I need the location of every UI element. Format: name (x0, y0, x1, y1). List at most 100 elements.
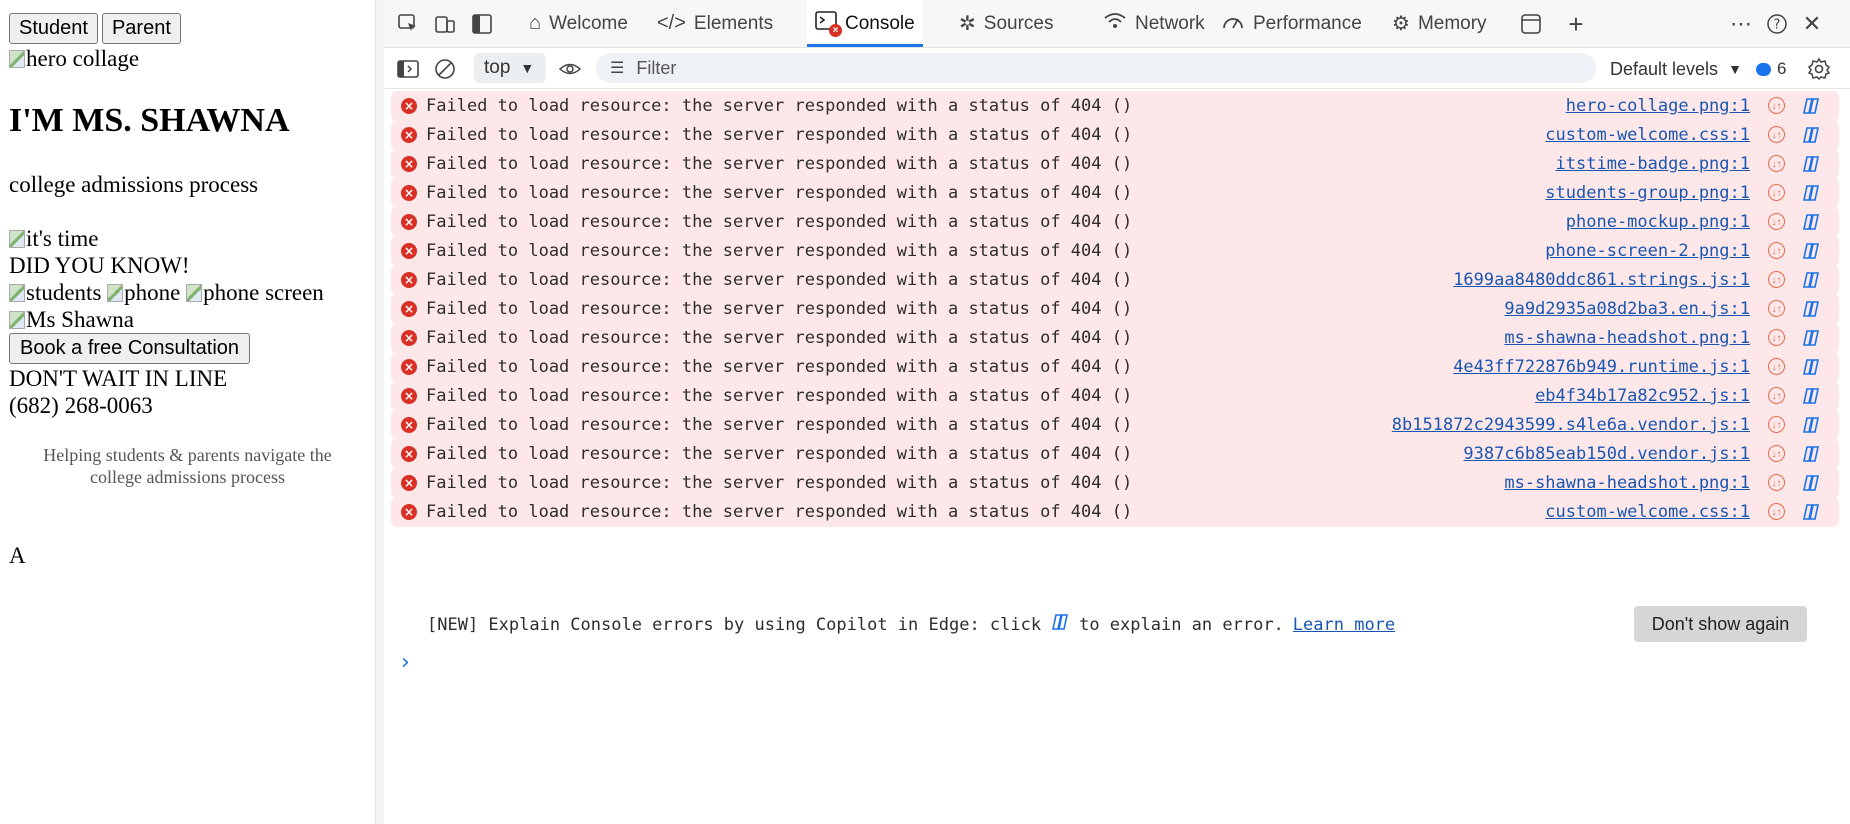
error-icon: × (401, 272, 417, 288)
learn-more-link[interactable]: Learn more (1293, 615, 1395, 635)
search-web-icon[interactable]: ↓↑ (1768, 329, 1785, 346)
console-prompt[interactable]: › (401, 650, 410, 675)
issues-counter[interactable]: 6 (1756, 55, 1786, 83)
search-web-icon[interactable]: ↓↑ (1768, 300, 1785, 317)
context-selector[interactable]: top ▼ (474, 53, 546, 83)
error-icon: × (401, 243, 417, 259)
error-icon: × (401, 127, 417, 143)
dont-show-again-button[interactable]: Don't show again (1634, 606, 1807, 642)
explain-copilot-icon[interactable] (1801, 125, 1821, 145)
explain-copilot-icon[interactable] (1801, 183, 1821, 203)
source-link[interactable]: 8b151872c2943599.s4le6a.vendor.js:1 (1392, 415, 1750, 435)
tab-console[interactable]: × Console (807, 0, 923, 47)
dock-side-icon[interactable] (468, 10, 496, 38)
search-web-icon[interactable]: ↓↑ (1768, 213, 1785, 230)
search-web-icon[interactable]: ↓↑ (1768, 387, 1785, 404)
log-levels-dropdown[interactable]: Default levels ▼ (1610, 55, 1742, 83)
explain-copilot-icon[interactable] (1801, 415, 1821, 435)
explain-copilot-icon[interactable] (1801, 241, 1821, 261)
source-link[interactable]: 9387c6b85eab150d.vendor.js:1 (1463, 444, 1750, 464)
console-error-row[interactable]: × Failed to load resource: the server res… (391, 120, 1839, 150)
error-message: Failed to load resource: the server resp… (426, 328, 1133, 348)
console-error-row[interactable]: × Failed to load resource: the server res… (391, 381, 1839, 411)
live-expression-icon[interactable] (556, 55, 584, 83)
tab-memory[interactable]: ⚙ Memory (1384, 0, 1495, 47)
explain-copilot-icon[interactable] (1801, 386, 1821, 406)
source-link[interactable]: phone-screen-2.png:1 (1545, 241, 1750, 261)
parent-button[interactable]: Parent (101, 13, 181, 44)
device-emulation-icon[interactable] (431, 10, 459, 38)
console-error-row[interactable]: × Failed to load resource: the server res… (391, 410, 1839, 440)
console-error-row[interactable]: × Failed to load resource: the server res… (391, 497, 1839, 527)
hero-image-alt: hero collage (26, 46, 140, 71)
search-web-icon[interactable]: ↓↑ (1768, 242, 1785, 259)
search-web-icon[interactable]: ↓↑ (1768, 474, 1785, 491)
explain-copilot-icon[interactable] (1801, 270, 1821, 290)
explain-copilot-icon[interactable] (1801, 473, 1821, 493)
source-link[interactable]: phone-mockup.png:1 (1566, 212, 1750, 232)
console-error-row[interactable]: × Failed to load resource: the server res… (391, 178, 1839, 208)
source-link[interactable]: 9a9d2935a08d2ba3.en.js:1 (1504, 299, 1750, 319)
search-web-icon[interactable]: ↓↑ (1768, 271, 1785, 288)
explain-copilot-icon[interactable] (1801, 154, 1821, 174)
search-web-icon[interactable]: ↓↑ (1768, 503, 1785, 520)
source-link[interactable]: custom-welcome.css:1 (1545, 502, 1750, 522)
more-tools-icon[interactable] (1517, 10, 1545, 38)
source-link[interactable]: itstime-badge.png:1 (1556, 154, 1750, 174)
help-icon[interactable]: ? (1763, 10, 1791, 38)
add-tab-icon[interactable]: + (1562, 9, 1590, 39)
source-link[interactable]: hero-collage.png:1 (1566, 96, 1750, 116)
inspect-element-icon[interactable] (394, 10, 422, 38)
search-web-icon[interactable]: ↓↑ (1768, 97, 1785, 114)
search-web-icon[interactable]: ↓↑ (1768, 184, 1785, 201)
more-options-icon[interactable]: ⋯ (1727, 10, 1755, 38)
search-web-icon[interactable]: ↓↑ (1768, 126, 1785, 143)
explain-copilot-icon[interactable] (1801, 444, 1821, 464)
source-link[interactable]: ms-shawna-headshot.png:1 (1504, 328, 1750, 348)
tab-performance[interactable]: Performance (1213, 0, 1370, 47)
error-icon: × (401, 98, 417, 114)
console-error-row[interactable]: × Failed to load resource: the server res… (391, 352, 1839, 382)
console-error-row[interactable]: × Failed to load resource: the server res… (391, 91, 1839, 121)
source-link[interactable]: custom-welcome.css:1 (1545, 125, 1750, 145)
error-message: Failed to load resource: the server resp… (426, 241, 1133, 261)
source-link[interactable]: eb4f34b17a82c952.js:1 (1535, 386, 1750, 406)
search-web-icon[interactable]: ↓↑ (1768, 358, 1785, 375)
student-button[interactable]: Student (9, 13, 98, 44)
tab-welcome[interactable]: ⌂ Welcome (521, 0, 636, 47)
search-web-icon[interactable]: ↓↑ (1768, 445, 1785, 462)
explain-copilot-icon[interactable] (1801, 96, 1821, 116)
source-link[interactable]: 1699aa8480ddc861.strings.js:1 (1453, 270, 1750, 290)
explain-copilot-icon[interactable] (1801, 299, 1821, 319)
console-error-row[interactable]: × Failed to load resource: the server res… (391, 323, 1839, 353)
console-output: × Failed to load resource: the server res… (384, 89, 1850, 824)
search-web-icon[interactable]: ↓↑ (1768, 416, 1785, 433)
tab-sources[interactable]: ✲ Sources (951, 0, 1061, 47)
console-error-row[interactable]: × Failed to load resource: the server res… (391, 265, 1839, 295)
explain-copilot-icon[interactable] (1801, 328, 1821, 348)
source-link[interactable]: students-group.png:1 (1545, 183, 1750, 203)
close-devtools-icon[interactable]: ✕ (1798, 10, 1826, 38)
svg-text:?: ? (1774, 18, 1781, 33)
source-link[interactable]: 4e43ff722876b949.runtime.js:1 (1453, 357, 1750, 377)
explain-copilot-icon[interactable] (1801, 502, 1821, 522)
console-error-row[interactable]: × Failed to load resource: the server res… (391, 439, 1839, 469)
page-title: I'M MS. SHAWNA (9, 102, 290, 139)
search-web-icon[interactable]: ↓↑ (1768, 155, 1785, 172)
sidebar-toggle-icon[interactable] (394, 55, 422, 83)
source-link[interactable]: ms-shawna-headshot.png:1 (1504, 473, 1750, 493)
console-error-row[interactable]: × Failed to load resource: the server res… (391, 468, 1839, 498)
filter-input[interactable] (634, 56, 1539, 80)
console-settings-icon[interactable] (1805, 55, 1833, 83)
explain-copilot-icon[interactable] (1801, 357, 1821, 377)
console-error-row[interactable]: × Failed to load resource: the server res… (391, 207, 1839, 237)
console-error-row[interactable]: × Failed to load resource: the server res… (391, 149, 1839, 179)
tab-elements[interactable]: </> Elements (649, 0, 781, 47)
console-error-row[interactable]: × Failed to load resource: the server res… (391, 236, 1839, 266)
book-consultation-button[interactable]: Book a free Consultation (9, 333, 251, 364)
console-error-row[interactable]: × Failed to load resource: the server res… (391, 294, 1839, 324)
clear-console-icon[interactable] (431, 55, 459, 83)
tab-network[interactable]: Network (1095, 0, 1213, 47)
explain-copilot-icon[interactable] (1801, 212, 1821, 232)
issues-count: 6 (1777, 59, 1787, 78)
